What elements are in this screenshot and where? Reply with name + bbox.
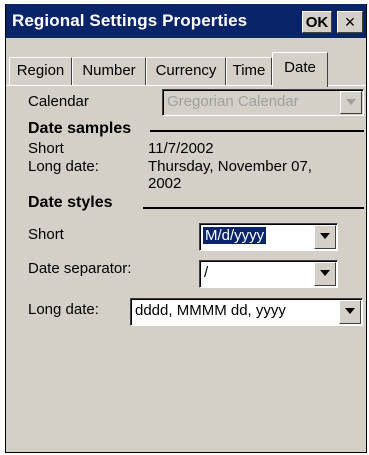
tab-date[interactable]: Date bbox=[272, 52, 328, 87]
short-date-format-value: M/d/yyyy bbox=[203, 227, 267, 244]
calendar-label: Calendar bbox=[28, 93, 89, 110]
long-date-format-select[interactable]: dddd, MMMM dd, yyyy bbox=[130, 298, 363, 326]
title-bar: Regional Settings Properties OK × bbox=[6, 4, 366, 38]
tab-time[interactable]: Time bbox=[226, 57, 272, 85]
date-styles-heading: Date styles bbox=[28, 194, 113, 211]
date-samples-heading: Date samples bbox=[28, 120, 132, 137]
divider bbox=[143, 207, 364, 209]
sample-long-value-line1: Thursday, November 07, bbox=[148, 158, 312, 175]
sample-long-label: Long date: bbox=[28, 158, 99, 175]
tab-region[interactable]: Region bbox=[9, 57, 72, 85]
window-title: Regional Settings Properties bbox=[12, 11, 248, 30]
chevron-down-icon[interactable] bbox=[340, 91, 362, 114]
chevron-down-icon[interactable] bbox=[314, 225, 336, 249]
calendar-value: Gregorian Calendar bbox=[167, 93, 299, 110]
divider bbox=[150, 130, 364, 132]
tab-currency[interactable]: Currency bbox=[146, 57, 226, 85]
style-short-label: Short bbox=[28, 226, 64, 243]
tab-number[interactable]: Number bbox=[72, 57, 146, 85]
sample-short-label: Short bbox=[28, 140, 64, 157]
style-long-label: Long date: bbox=[28, 301, 99, 318]
sample-long-value-line2: 2002 bbox=[148, 175, 182, 192]
date-separator-value: / bbox=[204, 264, 209, 281]
calendar-select[interactable]: Gregorian Calendar bbox=[162, 89, 364, 116]
short-date-format-select[interactable]: M/d/yyyy bbox=[199, 223, 338, 251]
ok-button[interactable]: OK bbox=[302, 11, 332, 33]
date-separator-label: Date separator: bbox=[28, 260, 132, 277]
regional-settings-window: Regional Settings Properties OK × Region… bbox=[5, 4, 367, 453]
long-date-format-value: dddd, MMMM dd, yyyy bbox=[135, 302, 286, 319]
date-separator-select[interactable]: / bbox=[199, 260, 338, 288]
chevron-down-icon[interactable] bbox=[314, 262, 336, 286]
chevron-down-icon[interactable] bbox=[339, 300, 361, 324]
sample-short-value: 11/7/2002 bbox=[148, 140, 214, 157]
close-icon[interactable]: × bbox=[337, 11, 363, 33]
